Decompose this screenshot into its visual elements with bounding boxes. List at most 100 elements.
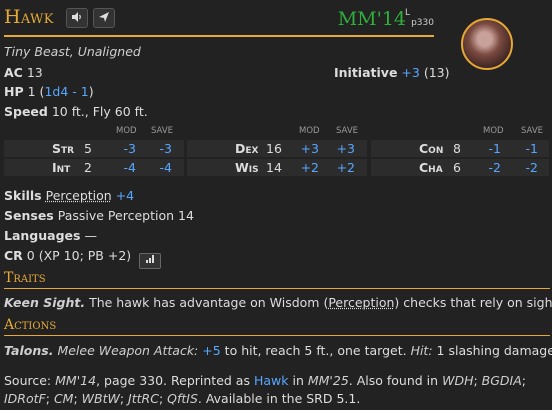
ability-mod-roll[interactable]: -1 bbox=[479, 141, 501, 156]
send-icon[interactable] bbox=[93, 8, 115, 28]
mod-header: MOD bbox=[116, 126, 137, 136]
mod-header: MOD bbox=[483, 126, 504, 136]
bar-chart-icon[interactable] bbox=[139, 253, 162, 269]
ability-score: 2 bbox=[84, 160, 92, 175]
creature-name: Hawk bbox=[4, 6, 54, 28]
ability-score: 8 bbox=[453, 141, 461, 156]
ability-name: Cha bbox=[419, 160, 443, 175]
hp-formula-roll[interactable]: 1d4 - 1 bbox=[44, 84, 88, 99]
srd-text: . Available in the SRD 5.1. bbox=[197, 391, 361, 406]
ability-cha: Cha 6 -2 -2 bbox=[371, 159, 549, 176]
ability-name: Con bbox=[419, 141, 444, 156]
ac-label: AC bbox=[4, 65, 23, 80]
skills: Skills Perception +4 bbox=[4, 188, 134, 203]
challenge-rating: CR 0 (XP 10; PB +2) bbox=[4, 248, 162, 269]
ability-mod-roll[interactable]: +2 bbox=[297, 160, 319, 175]
ability-save-roll[interactable]: -3 bbox=[150, 141, 172, 156]
trait-name: Keen Sight. bbox=[4, 295, 86, 310]
hit-points: HP 1 (1d4 - 1) bbox=[4, 84, 94, 99]
traits-divider bbox=[4, 288, 550, 289]
ability-score: 16 bbox=[266, 141, 282, 156]
ability-int: Int 2 -4 -4 bbox=[4, 159, 184, 176]
also-book: JttRC bbox=[128, 391, 159, 406]
perception-link[interactable]: Perception bbox=[328, 295, 394, 310]
armor-class: AC 13 bbox=[4, 65, 43, 80]
source-page-text: , page 330. Reprinted as bbox=[96, 373, 250, 388]
type-line: Tiny Beast, Unaligned bbox=[4, 44, 141, 59]
also-found-text: . Also found in bbox=[348, 373, 439, 388]
also-book: WDH bbox=[442, 373, 474, 388]
source-label: Source: bbox=[4, 373, 52, 388]
speed-label: Speed bbox=[4, 104, 48, 119]
ability-score: 5 bbox=[84, 141, 92, 156]
action-name: Talons. bbox=[4, 343, 54, 358]
source-line-1: Source: MM'14, page 330. Reprinted as Ha… bbox=[4, 373, 526, 388]
save-header: SAVE bbox=[151, 126, 174, 136]
ability-name: Str bbox=[52, 141, 75, 156]
attack-bonus-roll[interactable]: +5 bbox=[202, 343, 220, 358]
also-book: CM bbox=[53, 391, 74, 406]
ability-save-roll[interactable]: -1 bbox=[516, 141, 538, 156]
ability-save-roll[interactable]: -4 bbox=[150, 160, 172, 175]
initiative-score: (13) bbox=[423, 65, 450, 80]
ac-value: 13 bbox=[26, 65, 43, 80]
initiative: Initiative +3 (13) bbox=[334, 65, 450, 80]
cr-value: 0 (XP 10; PB +2) bbox=[26, 248, 132, 263]
actions-divider bbox=[4, 335, 550, 336]
statblock-card: Hawk MM'14 L p330 Tiny Beast, Unaligned … bbox=[0, 0, 552, 410]
skills-label: Skills bbox=[4, 188, 42, 203]
attack-type: Melee Weapon Attack: bbox=[57, 343, 199, 358]
languages-label: Languages bbox=[4, 228, 81, 243]
ability-save-roll[interactable]: +3 bbox=[333, 141, 355, 156]
attack-text: to hit, reach 5 ft., one target. bbox=[224, 343, 407, 358]
trait-item: Keen Sight. The hawk has advantage on Wi… bbox=[4, 295, 552, 310]
statblock-header: Hawk MM'14 L p330 bbox=[4, 4, 434, 34]
header-divider bbox=[4, 35, 434, 37]
ability-name: Int bbox=[52, 160, 71, 175]
senses-label: Senses bbox=[4, 208, 54, 223]
traits-heading: Traits bbox=[4, 270, 46, 286]
ability-mod-roll[interactable]: +3 bbox=[297, 141, 319, 156]
trait-text: The hawk has advantage on Wisdom ( bbox=[89, 295, 329, 310]
languages-value: — bbox=[84, 228, 97, 243]
also-book: QftIS bbox=[167, 391, 198, 406]
trait-text-end: ) checks that rely on sight. bbox=[394, 295, 552, 310]
hit-label: Hit: bbox=[410, 343, 433, 358]
source-book: MM'14 bbox=[55, 373, 97, 388]
speaker-icon[interactable] bbox=[66, 8, 88, 28]
also-book: IDRotF bbox=[4, 391, 46, 406]
skill-perception-link[interactable]: Perception bbox=[46, 188, 112, 203]
reprint-link[interactable]: Hawk bbox=[254, 373, 289, 388]
ability-name: Wis bbox=[235, 160, 259, 175]
ability-save-roll[interactable]: -2 bbox=[516, 160, 538, 175]
source-page: p330 bbox=[411, 18, 434, 28]
ability-mod-roll[interactable]: -3 bbox=[114, 141, 136, 156]
creature-token-image[interactable] bbox=[461, 18, 513, 70]
languages: Languages — bbox=[4, 228, 97, 243]
cr-label: CR bbox=[4, 248, 23, 263]
ability-row: Str 5 -3 -3 Dex 16 +3 +3 Con 8 -1 -1 bbox=[4, 140, 549, 157]
ability-dex: Dex 16 +3 +3 bbox=[187, 140, 367, 157]
save-header: SAVE bbox=[521, 126, 544, 136]
reprint-in: in bbox=[292, 373, 304, 388]
senses: Senses Passive Perception 14 bbox=[4, 208, 194, 223]
skill-perception-roll[interactable]: +4 bbox=[116, 188, 134, 203]
source-line-2: IDRotF; CM; WBtW; JttRC; QftIS. Availabl… bbox=[4, 391, 361, 406]
actions-heading: Actions bbox=[4, 317, 57, 333]
ability-mod-roll[interactable]: -2 bbox=[479, 160, 501, 175]
source-legacy-marker: L bbox=[404, 8, 410, 18]
ability-score: 14 bbox=[266, 160, 282, 175]
hp-label: HP bbox=[4, 84, 24, 99]
initiative-roll[interactable]: +3 bbox=[401, 65, 419, 80]
source-abbreviation[interactable]: MM'14 bbox=[338, 8, 406, 30]
ability-score: 6 bbox=[453, 160, 461, 175]
ability-mod-roll[interactable]: -4 bbox=[114, 160, 136, 175]
senses-value: Passive Perception 14 bbox=[57, 208, 194, 223]
ability-save-roll[interactable]: +2 bbox=[333, 160, 355, 175]
damage-text: 1 slashing damage. bbox=[436, 343, 552, 358]
speed: Speed 10 ft., Fly 60 ft. bbox=[4, 104, 148, 119]
save-header: SAVE bbox=[336, 126, 359, 136]
also-book: WBtW bbox=[81, 391, 120, 406]
speed-value: 10 ft., Fly 60 ft. bbox=[51, 104, 148, 119]
also-book: BGDIA bbox=[481, 373, 522, 388]
